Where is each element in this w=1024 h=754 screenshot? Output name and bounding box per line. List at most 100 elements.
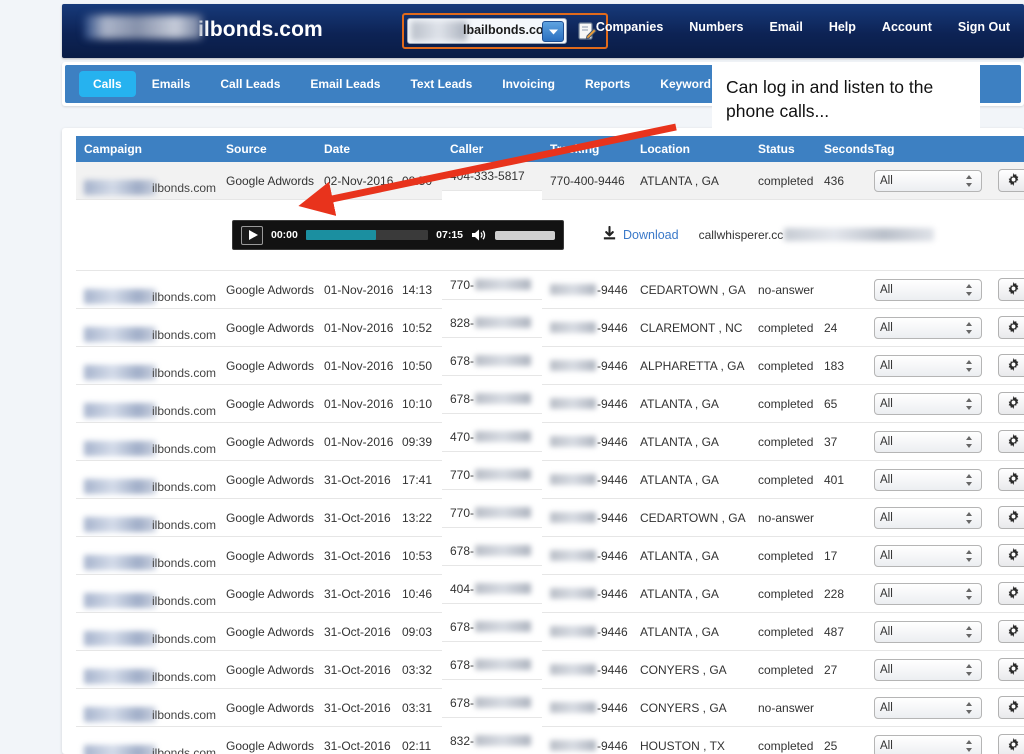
recording-url: callwhisperer.cc (699, 228, 935, 242)
nav-sign-out[interactable]: Sign Out (958, 20, 1010, 34)
action-button[interactable]: Action (998, 354, 1024, 377)
nav-companies[interactable]: Companies (596, 20, 663, 34)
tab-calls[interactable]: Calls (79, 71, 136, 97)
nav-email[interactable]: Email (769, 20, 802, 34)
col-seconds[interactable]: Seconds (816, 136, 874, 162)
tag-select[interactable]: All (874, 696, 982, 719)
caller-prefix: 678- (450, 353, 475, 368)
site-logo[interactable]: ilbonds.com (84, 12, 323, 42)
nav-numbers[interactable]: Numbers (689, 20, 743, 34)
tab-call-leads[interactable]: Call Leads (206, 71, 294, 97)
tag-select[interactable]: All (874, 658, 982, 681)
table-row[interactable]: ilbonds.com Google Adwords 01-Nov-2016 09:3… (76, 422, 1024, 461)
table-row[interactable]: ilbonds.com Google Adwords 31-Oct-2016 09:0… (76, 612, 1024, 651)
table-row[interactable]: ilbonds.com Google Adwords 01-Nov-2016 10:5… (76, 308, 1024, 347)
action-button[interactable]: Action (998, 696, 1024, 719)
tag-select[interactable]: All (874, 354, 982, 377)
download-link[interactable]: Download (623, 228, 679, 242)
caller-prefix: 678- (450, 391, 475, 406)
table-row[interactable]: ilbonds.com Google Adwords 31-Oct-2016 10:5… (76, 536, 1024, 575)
action-button[interactable]: Action (998, 169, 1024, 192)
chevron-down-icon[interactable] (542, 21, 564, 42)
caller-prefix: 828- (450, 315, 475, 330)
tracking-cell: -9446 (542, 422, 632, 461)
tag-select[interactable]: All (874, 169, 982, 192)
nav-account[interactable]: Account (882, 20, 932, 34)
tag-select[interactable]: All (874, 392, 982, 415)
action-button[interactable]: Action (998, 506, 1024, 529)
tab-invoicing[interactable]: Invoicing (488, 71, 569, 97)
action-button[interactable]: Action (998, 734, 1024, 754)
action-cell: Action (990, 270, 1024, 309)
redacted-digits (475, 354, 532, 366)
table-row[interactable]: ilbonds.com Google Adwords 01-Nov-2016 10:1… (76, 384, 1024, 423)
col-campaign[interactable]: Campaign (76, 136, 218, 162)
action-button[interactable]: Action (998, 278, 1024, 301)
player-scrubber[interactable] (305, 230, 429, 240)
tag-select[interactable]: All (874, 278, 982, 301)
caller-cell: 678- (442, 347, 542, 376)
location-cell: ATLANTA , GA (632, 612, 750, 651)
col-tag[interactable]: Tag (866, 136, 990, 162)
nav-help[interactable]: Help (829, 20, 856, 34)
tag-select[interactable]: All (874, 544, 982, 567)
action-button[interactable]: Action (998, 582, 1024, 605)
location-cell: CLAREMONT , NC (632, 308, 750, 347)
col-caller[interactable]: Caller (442, 136, 542, 162)
col-date[interactable]: Date (316, 136, 394, 162)
audio-player[interactable]: 00:00 07:15 (232, 220, 564, 250)
volume-slider[interactable] (495, 230, 555, 240)
table-row[interactable]: ilbonds.com Google Adwords 31-Oct-2016 03:3… (76, 688, 1024, 727)
action-button[interactable]: Action (998, 316, 1024, 339)
campaign-cell: ilbonds.com (76, 688, 218, 727)
action-button[interactable]: Action (998, 620, 1024, 643)
action-button[interactable]: Action (998, 468, 1024, 491)
tag-select[interactable]: All (874, 506, 982, 529)
table-row[interactable]: ilbonds.com Google Adwords 31-Oct-2016 13:2… (76, 498, 1024, 537)
redacted-campaign-prefix (84, 706, 156, 722)
col-location[interactable]: Location (632, 136, 750, 162)
redacted-digits (475, 734, 532, 746)
action-button[interactable]: Action (998, 392, 1024, 415)
account-select[interactable]: lbailbonds.com (407, 18, 567, 44)
tab-text-leads[interactable]: Text Leads (396, 71, 486, 97)
caller-cell: 404- (442, 575, 542, 604)
speaker-icon[interactable] (471, 228, 487, 242)
tag-select[interactable]: All (874, 316, 982, 339)
source-cell: Google Adwords (218, 384, 316, 423)
col-action (990, 136, 1024, 162)
tab-reports[interactable]: Reports (571, 71, 644, 97)
table-row[interactable]: ilbonds.com Google Adwords 31-Oct-2016 10:4… (76, 574, 1024, 613)
table-row[interactable]: ilbonds.com Google Adwords 02-Nov-2016 08:5… (76, 162, 1024, 200)
col-status[interactable]: Status (750, 136, 816, 162)
tag-cell: All (866, 726, 990, 754)
action-button[interactable]: Action (998, 544, 1024, 567)
action-button[interactable]: Action (998, 430, 1024, 453)
tag-select[interactable]: All (874, 430, 982, 453)
table-row[interactable]: ilbonds.com Google Adwords 31-Oct-2016 03:3… (76, 650, 1024, 689)
date-cell: 31-Oct-2016 (316, 726, 394, 754)
table-row[interactable]: ilbonds.com Google Adwords 31-Oct-2016 02:1… (76, 726, 1024, 754)
table-row[interactable]: ilbonds.com Google Adwords 31-Oct-2016 17:4… (76, 460, 1024, 499)
table-row[interactable]: ilbonds.com Google Adwords 01-Nov-2016 10:5… (76, 346, 1024, 385)
download-icon[interactable] (602, 225, 617, 244)
action-button[interactable]: Action (998, 658, 1024, 681)
tab-email-leads[interactable]: Email Leads (296, 71, 394, 97)
col-source[interactable]: Source (218, 136, 316, 162)
table-row[interactable]: ilbonds.com Google Adwords 01-Nov-2016 14:1… (76, 270, 1024, 309)
play-icon[interactable] (241, 225, 263, 245)
top-navigation: Companies Numbers Email Help Account Sig… (596, 20, 1010, 34)
col-tracking[interactable]: Tracking (542, 136, 632, 162)
redacted-campaign-prefix (84, 364, 156, 380)
tag-select[interactable]: All (874, 734, 982, 754)
redacted-digits (475, 658, 532, 670)
source-cell: Google Adwords (218, 162, 316, 200)
gear-icon (1007, 661, 1020, 678)
redacted-digits (550, 321, 596, 333)
tag-select[interactable]: All (874, 468, 982, 491)
campaign-suffix: ilbonds.com (152, 289, 217, 304)
tag-select[interactable]: All (874, 582, 982, 605)
campaign-cell: ilbonds.com (76, 498, 218, 537)
tab-emails[interactable]: Emails (138, 71, 205, 97)
tag-select[interactable]: All (874, 620, 982, 643)
